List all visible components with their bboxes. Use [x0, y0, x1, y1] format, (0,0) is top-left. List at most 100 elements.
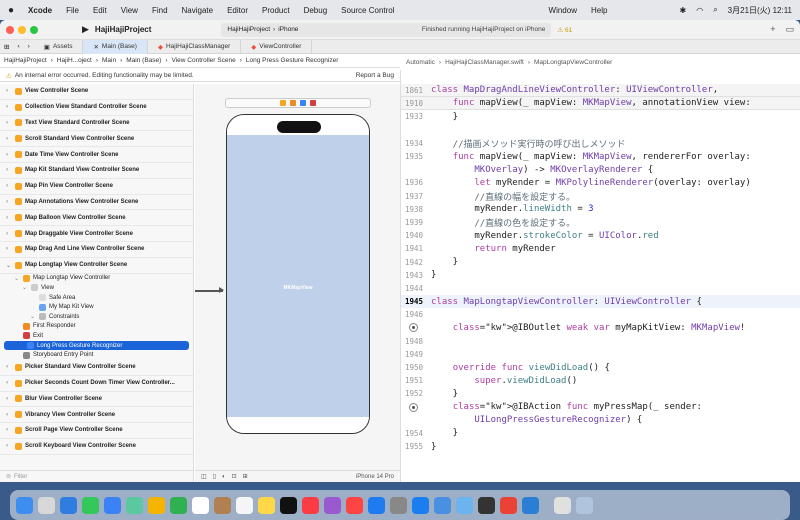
outline-row[interactable]: › Map Pin View Controller Scene: [0, 179, 193, 195]
close-button[interactable]: [6, 25, 14, 34]
mail-icon[interactable]: [104, 496, 121, 514]
calendar-icon[interactable]: [192, 496, 209, 514]
outline-row[interactable]: › Map Annotations View Controller Scene: [0, 195, 193, 211]
menu-edit[interactable]: Edit: [93, 6, 107, 15]
outline-row[interactable]: ⌄ Map Longtap View Controller: [0, 274, 193, 284]
trash-icon[interactable]: [576, 496, 593, 514]
code-line[interactable]: 1946: [401, 308, 800, 321]
outlet-connection-icon[interactable]: [409, 323, 418, 333]
chevron-icon[interactable]: ›: [6, 183, 12, 189]
code-line[interactable]: 1952 }: [401, 387, 800, 400]
notes-icon[interactable]: [258, 496, 275, 514]
line-number[interactable]: 1941: [401, 244, 431, 253]
breadcrumb-0[interactable]: HajiHajiProject: [4, 57, 47, 64]
code-line[interactable]: 1935 func mapView(_ mapView: MKMapView, …: [401, 150, 800, 163]
simulator-icon[interactable]: [434, 496, 451, 514]
line-number[interactable]: 1933: [401, 112, 431, 121]
appstore-icon[interactable]: [368, 496, 385, 514]
tab-classmanager[interactable]: ◆ HajiHajiClassManager: [148, 39, 242, 54]
outline-row[interactable]: › Picker Seconds Count Down Timer View Co…: [0, 376, 193, 392]
chevron-icon[interactable]: ›: [6, 396, 12, 402]
code-line[interactable]: 1945 class MapLongtapViewController: UIVi…: [401, 295, 800, 309]
chevron-icon[interactable]: ›: [6, 167, 12, 173]
podcasts-icon[interactable]: [324, 496, 341, 514]
line-number[interactable]: 1942: [401, 258, 431, 267]
maps-icon[interactable]: [126, 496, 143, 514]
code-line[interactable]: 1940 myRender.strokeColor = UIColor.red: [401, 229, 800, 242]
safari-icon[interactable]: [60, 496, 77, 514]
filter-input[interactable]: ⊜ Filter: [0, 470, 193, 482]
code-line[interactable]: 1950 override func viewDidLoad() {: [401, 361, 800, 374]
breadcrumb-class[interactable]: MapLongtapViewController: [534, 59, 612, 66]
chevron-icon[interactable]: ⌄: [22, 284, 28, 291]
run-icon[interactable]: ▶: [82, 24, 89, 35]
code-editor[interactable]: 1861 class MapDragAndLineViewController: …: [400, 70, 800, 482]
code-line[interactable]: MKOverlay) -> MKOverlayRenderer {: [401, 163, 800, 176]
chrome-icon[interactable]: [500, 496, 517, 514]
entry-point-arrow[interactable]: [195, 287, 224, 293]
menu-help[interactable]: Help: [591, 6, 607, 15]
outline-row[interactable]: Exit: [0, 331, 193, 341]
chevron-icon[interactable]: ›: [6, 215, 12, 221]
minimize-button[interactable]: [18, 25, 26, 34]
outline-row[interactable]: My Map Kit View: [0, 302, 193, 312]
chevron-icon[interactable]: ›: [6, 246, 12, 252]
chevron-icon[interactable]: ›: [6, 152, 12, 158]
scheme-selector[interactable]: HajiHajiProject › iPhone Finished runnin…: [221, 22, 552, 37]
outline-row[interactable]: › Map Kit Standard View Controller Scene: [0, 163, 193, 179]
layout-icon[interactable]: ◫: [201, 473, 207, 480]
finder-icon[interactable]: [16, 496, 33, 514]
photos-icon[interactable]: [148, 496, 165, 514]
tab-main-base[interactable]: ✕ Main (Base): [83, 39, 148, 54]
wifi-icon[interactable]: ◠: [696, 6, 703, 15]
outline-row[interactable]: › Scroll Page View Controller Scene: [0, 423, 193, 439]
menu-product[interactable]: Product: [262, 6, 290, 15]
code-line[interactable]: class="kw">@IBAction func myPressMap(_ s…: [401, 401, 800, 414]
inspector-toggle-icon[interactable]: ▭: [785, 24, 794, 35]
outline-row[interactable]: › Scroll Standard View Controller Scene: [0, 131, 193, 148]
line-number[interactable]: 1940: [401, 231, 431, 240]
line-number[interactable]: 1938: [401, 205, 431, 214]
chevron-icon[interactable]: ⌄: [14, 275, 20, 282]
chevron-icon[interactable]: ›: [6, 231, 12, 237]
code-line[interactable]: 1861 class MapDragAndLineViewController: …: [401, 84, 800, 98]
breadcrumb-1[interactable]: HajiH...oject: [57, 57, 92, 64]
menu-editor[interactable]: Editor: [227, 6, 248, 15]
device-name[interactable]: iPhone: [278, 26, 298, 33]
outline-row[interactable]: ⌄ Map Longtap View Controller Scene: [0, 258, 193, 274]
outline-row[interactable]: ⌄ Constraints: [0, 312, 193, 322]
outline-row[interactable]: › Picker Standard View Controller Scene: [0, 360, 193, 376]
breadcrumb-automatic[interactable]: Automatic: [406, 59, 435, 66]
datetime[interactable]: 3月21日(火) 12:11: [728, 5, 792, 16]
code-line[interactable]: 1937 //直線の幅を設定する。: [401, 190, 800, 203]
back-icon[interactable]: ‹: [13, 43, 23, 50]
outline-row[interactable]: › Map Draggable View Controller Scene: [0, 226, 193, 242]
code-line[interactable]: 1938 myRender.lineWidth = 3: [401, 203, 800, 216]
line-number[interactable]: 1948: [401, 337, 431, 346]
line-number[interactable]: 1951: [401, 376, 431, 385]
outline-row[interactable]: › Date Time View Controller Scene: [0, 147, 193, 163]
outline-row[interactable]: › Blur View Controller Scene: [0, 392, 193, 408]
line-number[interactable]: 1946: [401, 310, 431, 319]
exit-icon[interactable]: [310, 100, 316, 106]
chevron-icon[interactable]: ›: [6, 443, 12, 449]
code-line[interactable]: 1954 }: [401, 427, 800, 440]
facetime-icon[interactable]: [170, 496, 187, 514]
code-line[interactable]: 1949: [401, 348, 800, 361]
outline-row[interactable]: › View Controller Scene: [0, 84, 193, 100]
code-line[interactable]: 1951 super.viewDidLoad(): [401, 374, 800, 387]
search-icon[interactable]: ⌕: [713, 5, 717, 15]
tv-icon[interactable]: [280, 496, 297, 514]
code-line[interactable]: 1941 return myRender: [401, 242, 800, 255]
outline-row[interactable]: Long Press Gesture Recognizer: [4, 340, 189, 351]
chevron-icon[interactable]: ›: [6, 120, 12, 126]
line-number[interactable]: 1939: [401, 218, 431, 227]
code-line[interactable]: 1910 func mapView(_ mapView: MKMapView, …: [401, 97, 800, 111]
tab-viewcontroller[interactable]: ◆ ViewController: [241, 39, 313, 54]
line-number[interactable]: 1935: [401, 152, 431, 161]
device-label[interactable]: iPhone 14 Pro: [356, 474, 394, 480]
chevron-icon[interactable]: ›: [6, 427, 12, 433]
device-icon[interactable]: ▯: [213, 473, 216, 480]
outline-row[interactable]: Storyboard Entry Point: [0, 350, 193, 360]
line-number[interactable]: 1944: [401, 284, 431, 293]
